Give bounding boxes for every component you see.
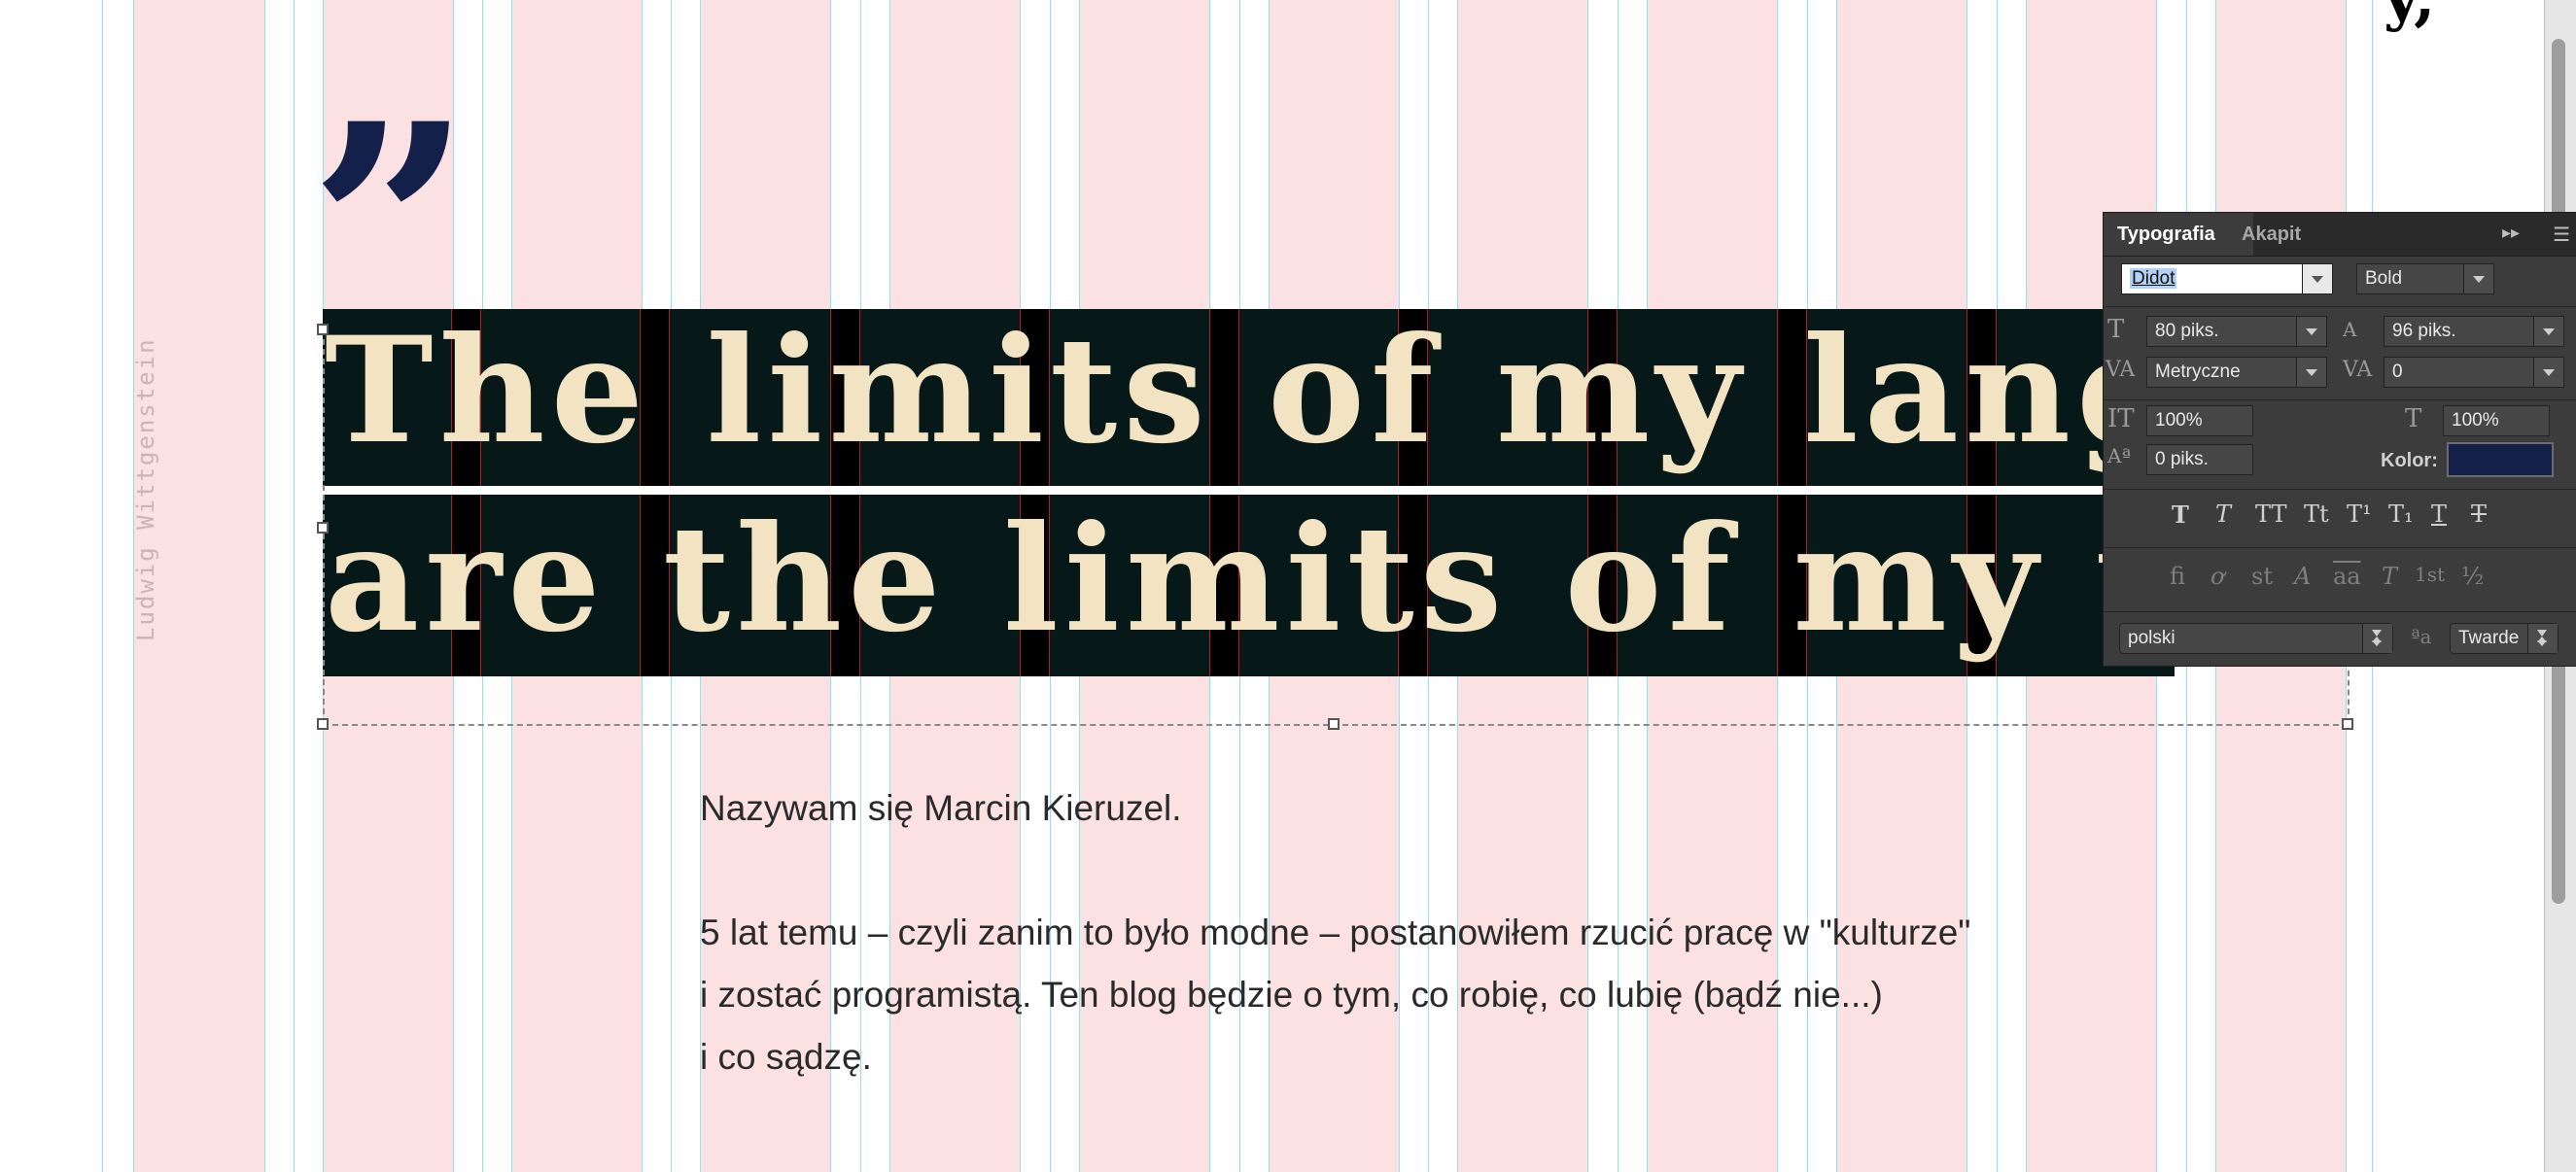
guide-line[interactable] [102,0,103,1172]
ordinals-button[interactable]: 1st [2415,563,2445,586]
horizontal-scale-icon: T [2405,404,2422,433]
headline-line-1: The limits of my languag [325,309,2175,476]
selection-edge [2348,661,2350,724]
underline-button[interactable]: T [2431,500,2447,528]
intro-text: Nazywam się Marcin Kieruzel. 5 lat temu … [700,777,2158,1088]
design-canvas[interactable]: Ludwig Wittgenstein ” y, The limits of m… [0,0,2576,1172]
language-value: polski [2128,628,2176,648]
guide-line[interactable] [264,0,265,1172]
font-size-icon: T [2107,315,2125,344]
faux-italic-button[interactable]: T [2215,500,2231,528]
font-style-dropdown[interactable]: Bold [2356,263,2494,294]
panel-divider [2104,306,2576,307]
intro-line: Nazywam się Marcin Kieruzel. [700,788,1182,828]
transform-handle[interactable] [317,718,329,730]
swash-button[interactable]: A [2294,563,2311,590]
font-size-field[interactable]: 80 piks. [2146,316,2327,347]
corner-glyph: y, [2384,0,2435,34]
transform-handle[interactable] [2342,718,2353,730]
ligatures-button[interactable]: fi [2170,563,2185,590]
panel-divider [2104,489,2576,490]
panel-menu-icon[interactable]: ☰ [2553,223,2570,247]
headline-band[interactable]: The limits of my languag [323,309,2175,486]
chevron-down-icon[interactable] [2296,317,2326,346]
headline-line-2: are the limits of my world [325,495,2175,665]
font-size-value: 80 piks. [2155,321,2219,341]
panel-tab-bar: Typografia Akapit ▸▸ ☰ [2104,213,2576,257]
color-swatch[interactable] [2447,442,2554,477]
all-caps-button[interactable]: TT [2255,500,2286,528]
collapse-panel-icon[interactable]: ▸▸ [2502,223,2520,243]
chevron-down-icon[interactable] [2533,317,2563,346]
stylistic-alternates-button[interactable]: aa [2333,563,2361,590]
vertical-scale-field[interactable]: 100% [2146,405,2253,436]
discretionary-ligatures-button[interactable]: ơ [2210,563,2224,590]
chevron-down-icon[interactable] [2533,358,2563,387]
panel-divider [2104,547,2576,548]
kerning-field[interactable]: Metryczne [2146,357,2327,388]
transform-handle[interactable] [317,522,329,534]
titling-alternates-button[interactable]: T [2382,563,2397,590]
color-label: Kolor: [2381,450,2438,471]
chevron-down-icon[interactable] [2463,264,2493,293]
superscript-button[interactable]: T¹ [2347,500,2372,528]
antialias-icon: ªa [2411,625,2432,648]
baseline-shift-value: 0 piks. [2155,449,2209,469]
tracking-field[interactable]: 0 [2384,357,2564,388]
panel-divider [2104,611,2576,612]
horizontal-scale-value: 100% [2452,410,2499,431]
historical-ligatures-button[interactable]: st [2251,563,2273,590]
stepper-icon[interactable] [2362,624,2392,653]
guide-line[interactable] [294,0,295,1172]
chevron-down-icon[interactable] [2302,264,2332,293]
leading-field[interactable]: 96 piks. [2384,316,2564,347]
baseline-shift-icon: Aª [2107,444,2131,467]
baseline-shift-field[interactable]: 0 piks. [2146,444,2253,475]
character-panel: Typografia Akapit ▸▸ ☰ Didot Bold T 80 p… [2103,212,2576,667]
headline-band[interactable]: are the limits of my world [323,495,2175,676]
language-dropdown[interactable]: polski [2119,623,2393,654]
stepper-icon[interactable] [2527,624,2558,653]
body-line: i co sądzę. [700,1037,872,1077]
vertical-scale-value: 100% [2155,410,2203,431]
tracking-icon: VA [2343,358,2373,382]
leading-icon: A [2343,318,2357,341]
chevron-down-icon[interactable] [2296,358,2326,387]
transform-handle[interactable] [317,324,329,335]
panel-divider [2104,399,2576,400]
antialias-value: Twarde [2458,628,2520,648]
font-family-value: Didot [2130,268,2177,289]
small-caps-button[interactable]: Tt [2304,500,2329,528]
transform-handle[interactable] [1328,718,1340,730]
kerning-value: Metryczne [2155,362,2241,382]
font-style-value: Bold [2365,268,2403,289]
faux-bold-button[interactable]: T [2172,500,2189,529]
horizontal-scale-field[interactable]: 100% [2443,405,2550,436]
quote-mark: ” [309,87,471,292]
strikethrough-button[interactable]: T [2471,500,2487,528]
leading-value: 96 piks. [2392,321,2456,341]
subscript-button[interactable]: T₁ [2388,500,2414,528]
font-family-field[interactable]: Didot [2121,263,2333,294]
author-sidebar: Ludwig Wittgenstein [127,330,159,641]
antialias-dropdown[interactable]: Twarde [2450,623,2559,654]
tab-akapit[interactable]: Akapit [2228,213,2343,256]
headline-gap [323,486,2175,495]
fractions-button[interactable]: ½ [2461,563,2484,590]
vertical-scale-icon: IT [2107,404,2135,433]
tracking-value: 0 [2392,362,2403,382]
author-sidebar-text: Ludwig Wittgenstein [132,337,159,641]
body-line: 5 lat temu – czyli zanim to było modne –… [700,913,1971,952]
body-line: i zostać programistą. Ten blog będzie o … [700,975,1883,1015]
kerning-icon: VA [2106,358,2136,382]
